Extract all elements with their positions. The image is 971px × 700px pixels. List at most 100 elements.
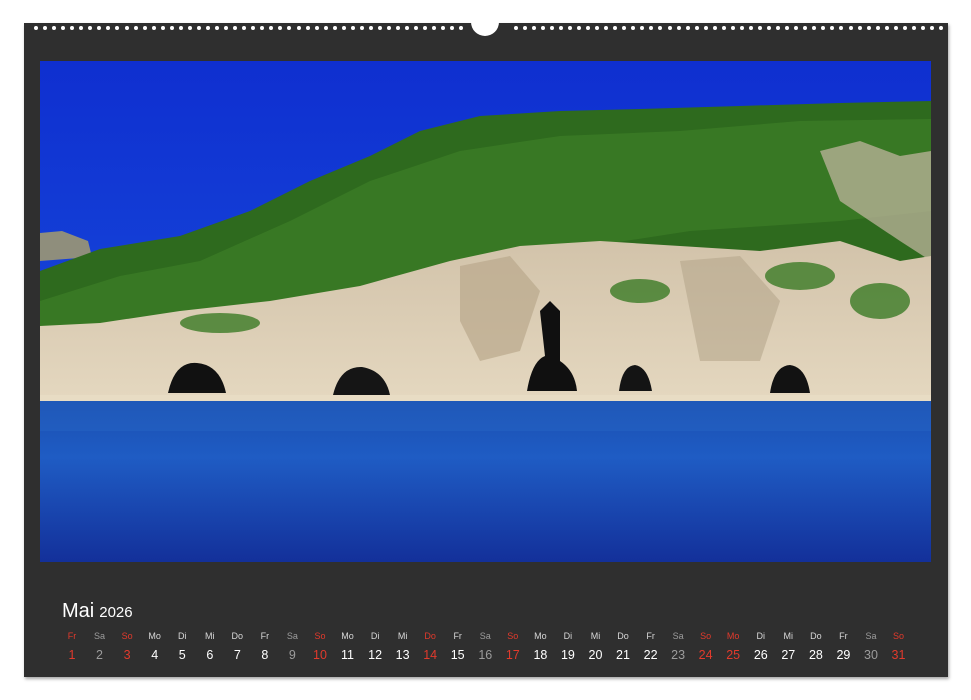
day-number: 29 <box>836 648 851 662</box>
binding-hole <box>305 26 310 30</box>
binding-hole <box>839 26 844 30</box>
month-name: Mai <box>62 600 95 622</box>
binding-hole <box>703 26 708 30</box>
day-number: 2 <box>96 648 103 662</box>
binding-hole <box>206 26 210 30</box>
day-name-label: Mo <box>341 631 354 641</box>
binding-hole <box>178 26 183 30</box>
day-number: 9 <box>288 648 296 662</box>
day-number: 26 <box>753 648 768 662</box>
binding-hole <box>676 26 681 30</box>
binding-hole <box>622 26 627 30</box>
day-number: 3 <box>123 648 131 662</box>
binding-hole <box>721 26 726 30</box>
binding-hole <box>631 26 636 30</box>
day-name-label: Do <box>617 631 629 641</box>
day-name-label: Di <box>177 631 187 641</box>
binding-hole <box>133 26 138 30</box>
day-number: 5 <box>178 648 186 662</box>
binding-hole <box>196 26 201 30</box>
binding-hole <box>712 26 717 30</box>
day-number: 16 <box>478 648 493 662</box>
binding-hole <box>911 26 916 30</box>
binding-hole <box>341 26 346 30</box>
day-name-label: Fr <box>839 631 848 641</box>
day-name-label: Fr <box>646 631 655 641</box>
binding-hole <box>595 26 600 30</box>
binding-hole <box>350 26 355 30</box>
binding-hole <box>658 26 663 30</box>
binding-hole <box>540 26 545 30</box>
wire-binding <box>0 0 971 40</box>
day-name-label: Sa <box>865 631 877 641</box>
binding-hole <box>920 26 925 30</box>
day-name-label: Mo <box>726 631 740 641</box>
day-name-label: Do <box>424 631 436 641</box>
binding-hole <box>893 26 898 30</box>
binding-hole <box>115 26 120 30</box>
day-number: 22 <box>643 648 658 662</box>
binding-hole <box>604 26 609 30</box>
binding-hole <box>314 26 319 30</box>
day-number: 1 <box>68 648 76 662</box>
binding-hole <box>884 26 889 30</box>
binding-hole <box>224 26 229 30</box>
month-title: Mai 2026 <box>62 600 133 623</box>
binding-hole <box>432 26 437 30</box>
binding-hole <box>387 26 391 30</box>
day-name-label: Fr <box>67 631 77 641</box>
binding-hole <box>739 26 744 30</box>
binding-hole <box>79 26 84 30</box>
binding-hole <box>423 26 428 30</box>
day-number: 23 <box>671 648 686 662</box>
day-name-label: So <box>314 631 326 641</box>
day-name-label: Sa <box>479 631 491 641</box>
binding-hole <box>685 26 690 30</box>
binding-hole <box>667 26 672 30</box>
binding-hole <box>649 26 654 30</box>
day-number: 30 <box>864 648 878 662</box>
binding-hole <box>613 26 618 30</box>
binding-hole <box>323 26 328 30</box>
day-name-label: So <box>121 631 133 641</box>
binding-hole <box>88 26 93 30</box>
binding-hole <box>939 26 943 30</box>
day-name-label: Di <box>370 631 380 641</box>
day-name-label: Mi <box>590 631 601 641</box>
day-name-label: Mi <box>783 631 794 641</box>
binding-hole <box>278 26 283 30</box>
binding-hole <box>441 26 446 30</box>
binding-hole <box>586 26 591 30</box>
binding-hole <box>730 26 735 30</box>
hanger-notch <box>471 14 499 36</box>
day-number: 27 <box>781 648 796 662</box>
day-name-label: Sa <box>672 631 684 641</box>
day-name-label: So <box>892 631 904 641</box>
binding-hole <box>43 26 47 30</box>
day-name-label: So <box>700 631 712 641</box>
binding-hole <box>61 26 66 30</box>
binding-hole <box>287 26 292 30</box>
binding-hole <box>558 26 563 30</box>
binding-hole <box>848 26 853 30</box>
day-name-label: Sa <box>93 631 105 641</box>
binding-hole <box>97 26 102 30</box>
binding-hole <box>785 26 790 30</box>
day-number: 12 <box>368 648 383 662</box>
day-numbers-row: 1 2 3 4 5 6 7 8 9 10 11 12 13 14 15 16 17 18 19 20 21 22 23 24 2… <box>0 648 971 664</box>
day-name-label: So <box>507 631 519 641</box>
binding-hole <box>568 26 572 30</box>
day-number: 24 <box>698 648 713 662</box>
day-name-label: Fr <box>453 631 462 641</box>
binding-hole <box>803 26 808 30</box>
binding-hole <box>513 26 518 30</box>
day-number: 7 <box>233 648 241 662</box>
binding-hole <box>694 26 699 30</box>
day-name-label: Mi <box>397 631 408 641</box>
binding-hole <box>405 26 410 30</box>
day-number: 28 <box>808 648 823 662</box>
binding-hole <box>522 26 527 30</box>
day-name-label: Sa <box>286 631 298 641</box>
binding-hole <box>215 26 219 30</box>
binding-hole <box>106 26 111 30</box>
